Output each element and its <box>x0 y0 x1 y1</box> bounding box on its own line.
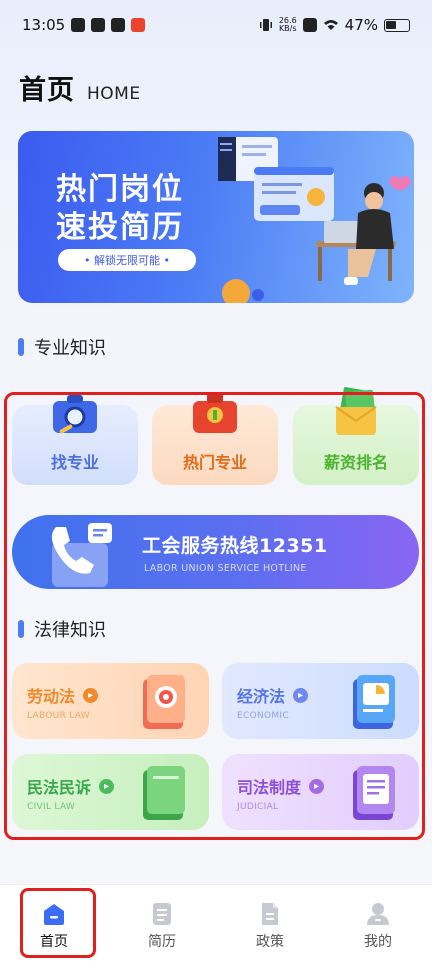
battery-icon <box>384 18 410 32</box>
book-document-icon <box>353 766 395 820</box>
law-card-title-text: 经济法 <box>237 687 286 706</box>
section-professional-header: 专业知识 <box>18 334 106 360</box>
tab-policy[interactable]: 政策 <box>216 885 324 964</box>
law-card-title-text: 民法民诉 <box>27 778 92 797</box>
tab-profile[interactable]: 我的 <box>324 885 432 964</box>
hotline-banner[interactable]: 工会服务热线12351 LABOR UNION SERVICE HOTLINE <box>12 515 419 589</box>
tile-label: 薪资排名 <box>323 453 388 472</box>
status-bar: 13:05 26.6 KB/s 47% <box>0 0 432 50</box>
promo-banner[interactable]: 热门岗位 速投简历 • 解锁无限可能 • <box>18 131 414 303</box>
tab-label: 首页 <box>40 934 68 950</box>
vibrate-icon <box>259 19 272 31</box>
chevron-right-icon: ▸ <box>83 687 99 703</box>
law-card-title: 劳动法 ▸ <box>27 683 99 707</box>
law-card-title: 民法民诉 ▸ <box>27 774 115 798</box>
page-header: 首页 HOME <box>19 68 141 107</box>
banner-title-line1: 热门岗位 <box>56 172 184 207</box>
banner-illustration <box>218 137 411 303</box>
law-card-civil[interactable]: 民法民诉 ▸ CIVIL LAW <box>12 754 209 830</box>
banner-pill: • 解锁无限可能 • <box>58 249 196 271</box>
money-envelope-icon <box>335 387 377 435</box>
briefcase-search-icon <box>53 395 97 434</box>
law-card-title: 经济法 ▸ <box>237 683 309 707</box>
chevron-right-icon: ▸ <box>309 778 325 794</box>
section-professional-title: 专业知识 <box>34 338 106 359</box>
net-speed-unit: KB/s <box>278 24 297 33</box>
app-notification-icon <box>131 18 146 32</box>
sim-icon <box>302 18 317 32</box>
wifi-icon <box>323 20 338 30</box>
book-icon <box>143 766 185 820</box>
law-card-labour[interactable]: 劳动法 ▸ LABOUR LAW <box>12 663 209 739</box>
law-card-economic[interactable]: 经济法 ▸ ECONOMIC <box>222 663 419 739</box>
chevron-right-icon: ▸ <box>293 687 309 703</box>
phone-service-icon <box>51 523 112 587</box>
home-icon <box>44 904 64 925</box>
app-notification-icon <box>71 18 86 32</box>
page-title: 首页 <box>19 75 75 106</box>
tile-salary-ranking[interactable]: 薪资排名 <box>293 387 419 485</box>
chevron-right-icon: ▸ <box>99 778 115 794</box>
law-card-judicial[interactable]: 司法制度 ▸ JUDICIAL <box>222 754 419 830</box>
banner-title: 热门岗位 速投简历 <box>56 171 216 247</box>
status-time: 13:05 <box>22 16 66 34</box>
battery-percent: 47% <box>344 16 378 34</box>
law-card-subtitle: JUDICIAL <box>237 802 279 812</box>
tab-resume[interactable]: 简历 <box>108 885 216 964</box>
law-card-subtitle: LABOUR LAW <box>27 711 90 721</box>
tile-label: 热门专业 <box>182 453 247 472</box>
tab-label: 我的 <box>364 934 392 950</box>
status-left: 13:05 <box>22 16 146 34</box>
law-card-subtitle: ECONOMIC <box>237 711 289 721</box>
section-marker <box>18 620 24 638</box>
tab-home[interactable]: 首页 <box>0 885 108 964</box>
law-card-subtitle: CIVIL LAW <box>27 802 76 812</box>
status-right: 26.6 KB/s 47% <box>259 16 410 34</box>
tile-label: 找专业 <box>50 453 99 472</box>
tile-find-major[interactable]: 找专业 <box>12 395 138 485</box>
section-law-header: 法律知识 <box>18 616 106 642</box>
law-card-title-text: 劳动法 <box>27 687 76 706</box>
bottom-tab-bar: 首页 简历 政策 我的 <box>0 884 432 964</box>
law-card-title: 司法制度 ▸ <box>237 774 325 798</box>
banner-title-line2: 速投简历 <box>56 210 184 245</box>
page-subtitle: HOME <box>87 84 141 104</box>
book-target-icon <box>143 675 185 729</box>
policy-icon <box>262 903 278 925</box>
section-marker <box>18 338 24 356</box>
resume-icon <box>153 903 171 925</box>
tab-label: 简历 <box>148 934 176 950</box>
section-law-title: 法律知识 <box>34 620 106 641</box>
tab-label: 政策 <box>256 934 284 950</box>
hot-briefcase-icon <box>193 393 237 433</box>
profile-icon <box>367 903 389 925</box>
tile-hot-major[interactable]: 热门专业 <box>152 393 278 485</box>
hotline-title: 工会服务热线12351 <box>142 535 328 557</box>
law-card-title-text: 司法制度 <box>237 778 302 797</box>
app-notification-icon <box>91 18 106 32</box>
mail-notification-icon <box>111 18 126 32</box>
net-speed: 26.6 KB/s <box>279 17 297 33</box>
book-chart-icon <box>353 675 395 729</box>
hotline-subtitle: LABOR UNION SERVICE HOTLINE <box>144 563 307 574</box>
